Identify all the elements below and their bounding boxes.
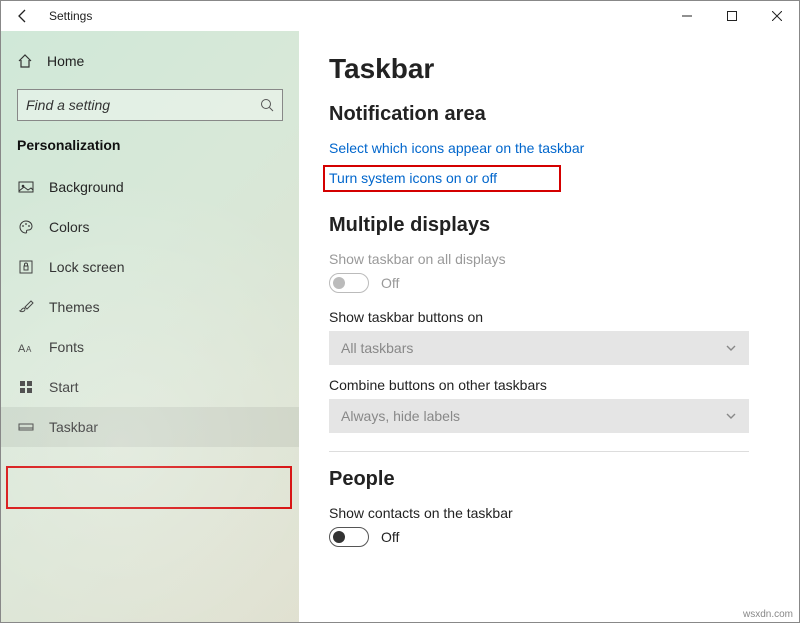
- show-all-displays-toggle: [329, 273, 369, 293]
- sidebar-item-lockscreen[interactable]: Lock screen: [1, 247, 299, 287]
- home-label: Home: [47, 53, 84, 69]
- sidebar: Home Personalization Background Colors L…: [1, 31, 299, 622]
- main-content: Taskbar Notification area Select which i…: [299, 31, 799, 622]
- divider: [329, 451, 749, 452]
- watermark: wsxdn.com: [743, 609, 793, 620]
- show-all-displays-state: Off: [381, 275, 399, 291]
- search-field[interactable]: [26, 97, 260, 113]
- image-icon: [17, 179, 35, 195]
- svg-text:A: A: [18, 343, 26, 354]
- link-select-icons[interactable]: Select which icons appear on the taskbar: [329, 140, 769, 156]
- category-title: Personalization: [1, 135, 299, 167]
- sidebar-item-label: Colors: [49, 219, 89, 235]
- link-system-icons[interactable]: Turn system icons on or off: [329, 170, 497, 186]
- back-button[interactable]: [15, 8, 31, 24]
- palette-icon: [17, 219, 35, 235]
- sidebar-item-colors[interactable]: Colors: [1, 207, 299, 247]
- minimize-button[interactable]: [664, 1, 709, 31]
- displays-heading: Multiple displays: [329, 214, 769, 237]
- sidebar-item-label: Taskbar: [49, 419, 98, 435]
- combine-value: Always, hide labels: [341, 408, 460, 424]
- sidebar-item-label: Fonts: [49, 339, 84, 355]
- home-icon: [17, 53, 33, 69]
- search-icon: [260, 98, 274, 112]
- taskbar-icon: [17, 419, 35, 435]
- sidebar-item-fonts[interactable]: AA Fonts: [1, 327, 299, 367]
- titlebar: Settings: [1, 1, 799, 31]
- page-title: Taskbar: [329, 53, 769, 85]
- buttons-on-value: All taskbars: [341, 340, 413, 356]
- contacts-label: Show contacts on the taskbar: [329, 505, 769, 521]
- chevron-down-icon: [725, 410, 737, 422]
- people-heading: People: [329, 468, 769, 491]
- sidebar-item-label: Lock screen: [49, 259, 124, 275]
- svg-text:A: A: [26, 345, 32, 354]
- start-icon: [17, 379, 35, 395]
- window-controls: [664, 1, 799, 31]
- settings-window: Settings Home: [0, 0, 800, 623]
- window-title: Settings: [49, 9, 92, 23]
- maximize-button[interactable]: [709, 1, 754, 31]
- search-input[interactable]: [17, 89, 283, 121]
- home-nav[interactable]: Home: [1, 43, 299, 79]
- close-button[interactable]: [754, 1, 799, 31]
- sidebar-item-themes[interactable]: Themes: [1, 287, 299, 327]
- combine-dropdown: Always, hide labels: [329, 399, 749, 433]
- sidebar-item-label: Start: [49, 379, 79, 395]
- notification-heading: Notification area: [329, 103, 769, 126]
- chevron-down-icon: [725, 342, 737, 354]
- buttons-on-dropdown: All taskbars: [329, 331, 749, 365]
- sidebar-item-start[interactable]: Start: [1, 367, 299, 407]
- brush-icon: [17, 299, 35, 315]
- sidebar-item-taskbar[interactable]: Taskbar: [1, 407, 299, 447]
- contacts-toggle[interactable]: [329, 527, 369, 547]
- contacts-state: Off: [381, 529, 399, 545]
- show-all-displays-label: Show taskbar on all displays: [329, 251, 769, 267]
- sidebar-item-label: Themes: [49, 299, 100, 315]
- highlight-taskbar: [6, 466, 292, 509]
- fonts-icon: AA: [17, 340, 35, 354]
- lockscreen-icon: [17, 259, 35, 275]
- combine-label: Combine buttons on other taskbars: [329, 377, 769, 393]
- sidebar-item-label: Background: [49, 179, 124, 195]
- buttons-on-label: Show taskbar buttons on: [329, 309, 769, 325]
- sidebar-item-background[interactable]: Background: [1, 167, 299, 207]
